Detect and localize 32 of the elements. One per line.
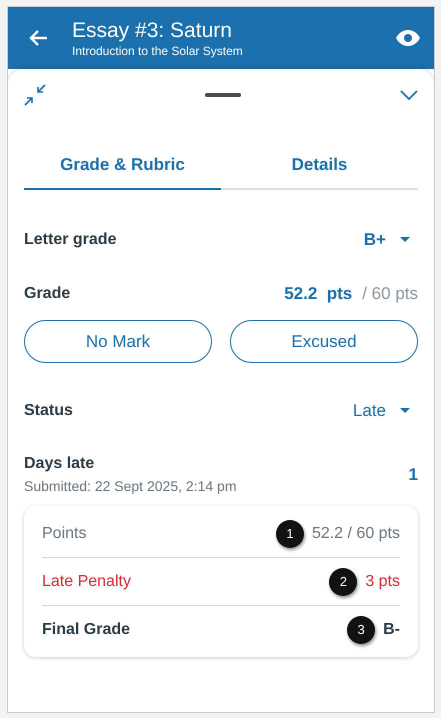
grade-option-button[interactable]: No Mark — [24, 320, 212, 363]
assignment-title: Essay #3: Saturn — [72, 18, 233, 42]
summary-label: Final Grade — [42, 620, 130, 638]
days-late-label: Days late — [24, 455, 96, 473]
letter-grade-label: Letter grade — [24, 231, 116, 249]
tab[interactable]: Grade & Rubric — [24, 149, 221, 190]
eye-icon[interactable] — [396, 30, 420, 46]
callout-number: 1 — [276, 520, 304, 548]
collapse-icon[interactable] — [24, 84, 46, 106]
caret-icon — [400, 237, 410, 243]
submitted-date: Submitted: 22 Sept 2025, 2:14 pm — [24, 478, 236, 494]
summary-label: Points — [42, 524, 86, 542]
callout-number: 3 — [347, 616, 376, 644]
course-name: Introduction to the Solar System — [72, 44, 244, 58]
days-late-value[interactable]: 1 — [408, 464, 418, 484]
caret-icon — [400, 408, 410, 414]
letter-grade-dropdown[interactable]: B+ — [364, 230, 410, 250]
summary-label: Late Penalty — [42, 572, 131, 590]
grade-label: Grade — [24, 285, 70, 303]
grade-score[interactable]: 52.2 pts — [284, 284, 352, 304]
tab[interactable]: Details — [221, 149, 418, 190]
grade-option-button[interactable]: Excused — [230, 320, 418, 363]
callout-number: 2 — [329, 568, 358, 596]
status-dropdown[interactable]: Late — [352, 401, 410, 421]
summary-value: 3 pts — [365, 572, 400, 590]
grade-total: / 60 pts — [362, 284, 418, 304]
chevron-down-icon[interactable] — [400, 90, 418, 100]
summary-value: B- — [383, 620, 400, 638]
back-arrow-icon[interactable] — [28, 29, 48, 47]
summary-value: 52.2 / 60 pts — [312, 524, 400, 542]
drag-handle[interactable] — [205, 93, 241, 97]
status-label: Status — [24, 402, 73, 420]
